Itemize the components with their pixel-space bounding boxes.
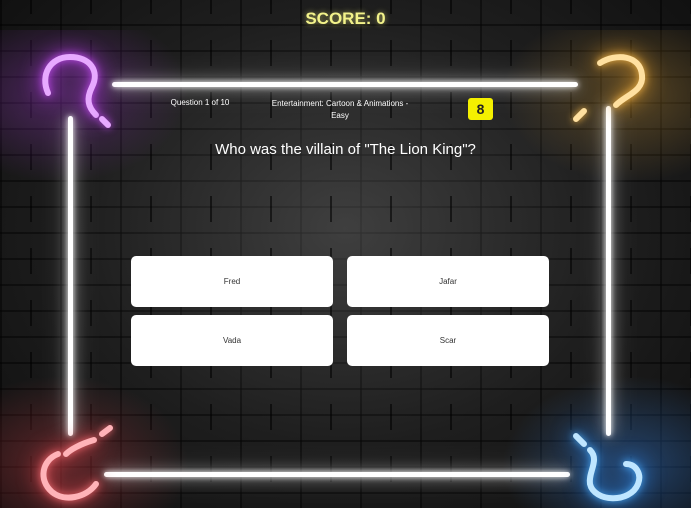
score-display: SCORE: 0 <box>305 9 386 28</box>
answer-button-scar[interactable]: Scar <box>347 315 549 366</box>
answer-label: Jafar <box>439 277 457 286</box>
countdown-timer: 8 <box>468 98 493 120</box>
question-category: Entertainment: Cartoon & Animations - Ea… <box>271 99 409 120</box>
question-progress: Question 1 of 10 <box>170 98 230 107</box>
question-mark-neon-icon <box>573 433 643 502</box>
question-mark-neon-icon <box>40 425 113 501</box>
neon-frame-bottom <box>104 472 570 477</box>
answer-label: Vada <box>222 336 242 345</box>
answer-button-jafar[interactable]: Jafar <box>347 256 549 307</box>
neon-frame-top <box>112 82 578 87</box>
answer-button-fred[interactable]: Fred <box>131 256 333 307</box>
answer-button-vada[interactable]: Vada <box>131 315 333 366</box>
question-mark-neon-icon <box>42 53 111 128</box>
answer-label: Scar <box>439 336 457 345</box>
neon-frame-left <box>68 116 73 436</box>
answer-label: Fred <box>223 277 241 286</box>
question-mark-neon-icon <box>573 54 646 122</box>
question-text: Who was the villain of "The Lion King"? <box>215 141 476 158</box>
